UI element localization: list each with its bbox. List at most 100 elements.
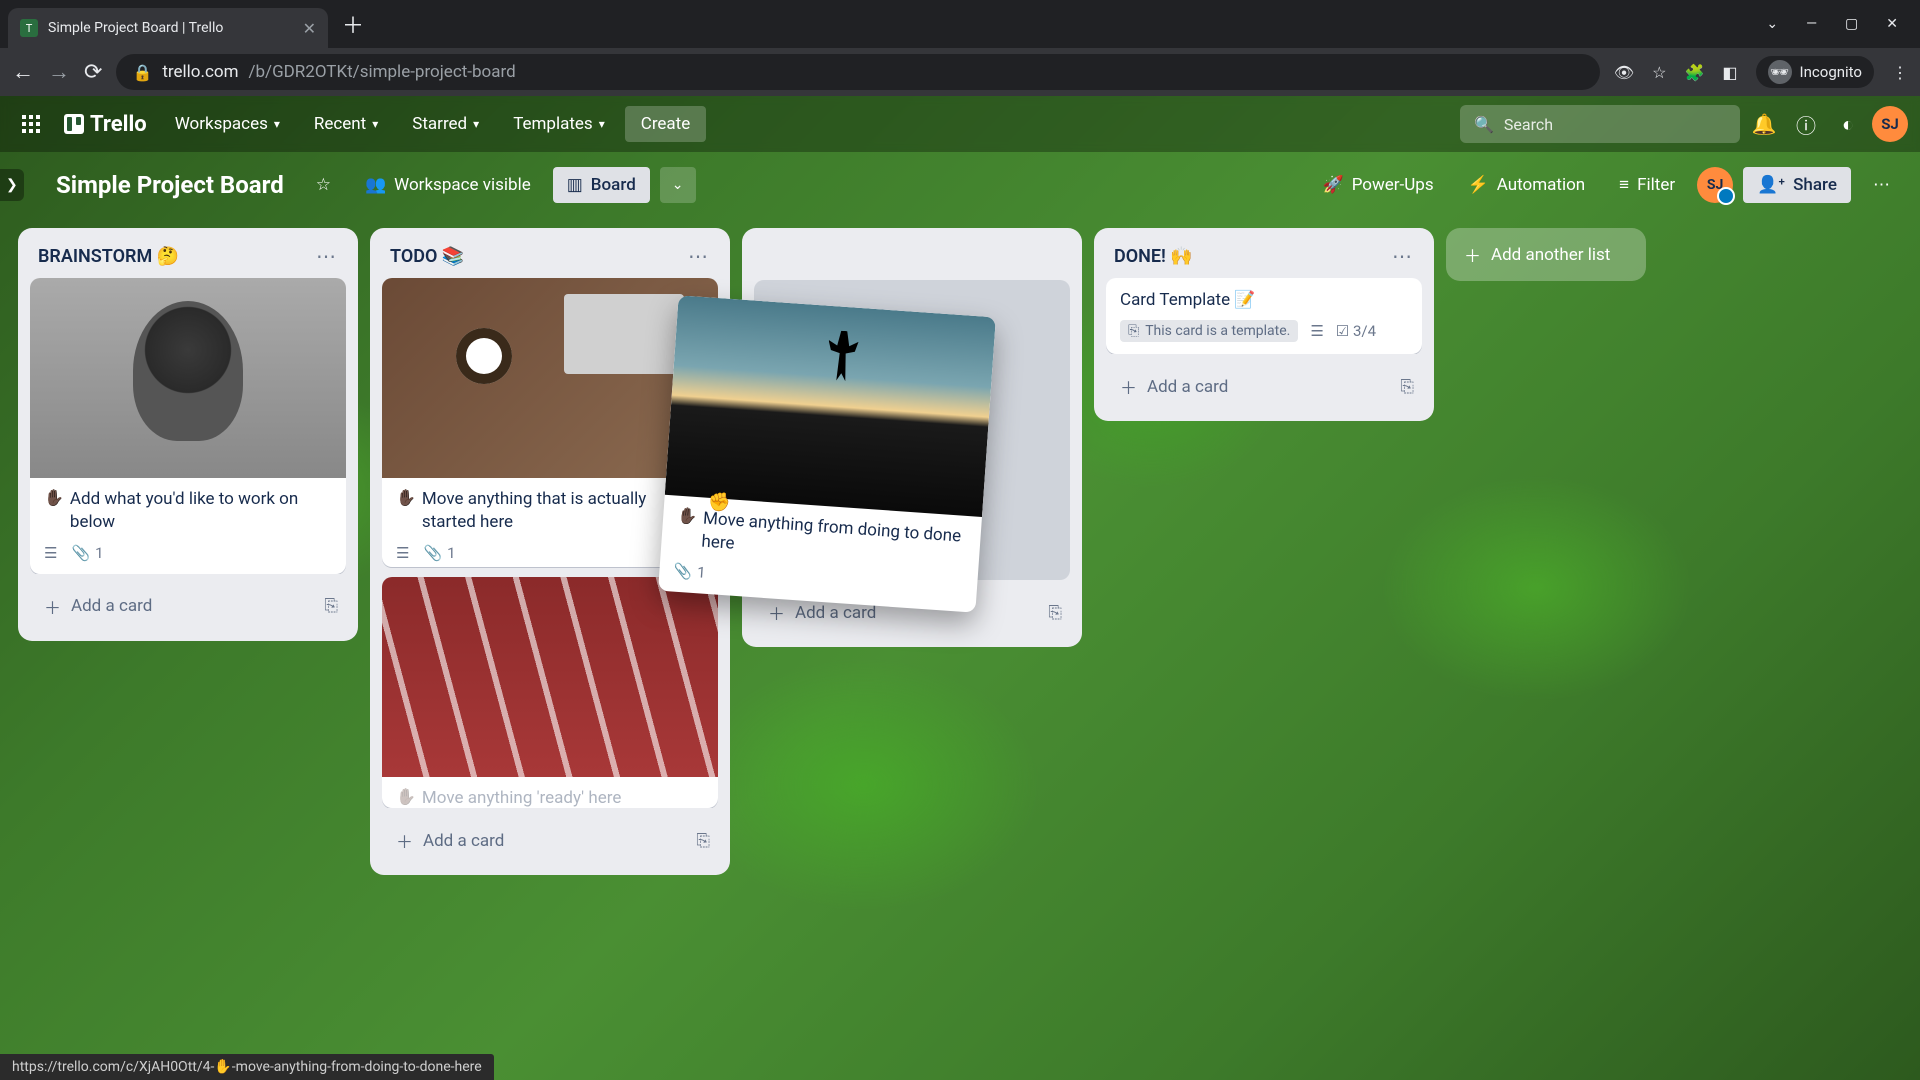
list-title[interactable]: BRAINSTORM 🤔 [38,246,179,267]
attachment-badge: 📎 1 [673,561,706,581]
tab-title: Simple Project Board | Trello [48,20,223,36]
list-brainstorm: BRAINSTORM 🤔 ⋯ ✋🏿 Add what you'd like to… [18,228,358,641]
incognito-icon: 🕶 [1768,60,1792,84]
search-icon: 🔍 [1474,115,1494,134]
star-board-button[interactable]: ☆ [304,167,343,203]
url-host: trello.com [162,62,238,82]
side-panel-icon[interactable]: ◧ [1722,63,1737,82]
trello-logo[interactable]: Trello [56,112,155,137]
card[interactable]: Card Template 📝 ⎘This card is a template… [1106,278,1422,354]
app-switcher-icon[interactable] [12,109,50,139]
search-input[interactable] [1504,115,1726,134]
nav-workspaces[interactable]: Workspaces▾ [161,106,294,142]
hand-emoji-icon: ✋🏿 [396,787,416,806]
card[interactable]: ✋🏿 Add what you'd like to work on below … [30,278,346,574]
tab-favicon: T [20,19,38,37]
forward-button[interactable]: → [48,59,70,85]
trello-logo-text: Trello [90,112,147,137]
board-menu-button[interactable]: ⋯ [1861,167,1902,203]
help-icon[interactable]: ⓘ [1788,106,1824,142]
automation-button[interactable]: ⚡Automation [1456,167,1598,203]
filter-button[interactable]: ≡Filter [1607,167,1687,203]
notifications-icon[interactable]: 🔔 [1746,106,1782,142]
nav-recent[interactable]: Recent▾ [300,106,392,142]
plus-icon: ＋ [44,594,61,619]
attachment-badge: 📎 1 [423,544,455,562]
add-card-button[interactable]: ＋Add a card [1114,370,1234,403]
eye-off-icon[interactable]: 👁 [1614,63,1634,82]
trello-app: Trello Workspaces▾ Recent▾ Starred▾ Temp… [0,96,1920,1080]
list-done: DONE! 🙌 ⋯ Card Template 📝 ⎘This card is … [1094,228,1434,421]
window-controls: ⌄ ― ▢ ✕ [1766,16,1912,32]
plus-icon: ＋ [396,828,413,853]
create-button[interactable]: Create [625,106,707,142]
list-menu-button[interactable]: ⋯ [316,244,338,268]
url-path: /b/GDR2OTKt/simple-project-board [249,62,516,82]
description-badge: ☰ [396,544,409,562]
template-icon: ⎘ [1128,323,1139,339]
view-switcher-button[interactable]: ⌄ [660,167,696,203]
card-cover-image [665,295,996,517]
share-button[interactable]: 👤⁺Share [1743,167,1851,203]
power-ups-button[interactable]: 🚀Power-Ups [1311,167,1446,203]
nav-templates[interactable]: Templates▾ [499,106,619,142]
theme-icon[interactable]: ◐ [1830,106,1866,142]
add-card-button[interactable]: ＋Add a card [390,824,510,857]
add-list-button[interactable]: ＋ Add another list [1446,228,1646,281]
board-view-button[interactable]: ▥ Board [553,167,650,203]
address-bar[interactable]: 🔒 trello.com/b/GDR2OTKt/simple-project-b… [116,54,1599,90]
list-menu-button[interactable]: ⋯ [1392,244,1414,268]
board-header: ❯ Simple Project Board ☆ 👥 Workspace vis… [0,152,1920,218]
card-template-icon[interactable]: ⎘ [324,596,338,616]
card[interactable]: ✋🏿 Move anything 'ready' here [382,577,718,808]
extensions-icon[interactable]: 🧩 [1685,63,1705,82]
trello-logo-icon [64,114,84,134]
new-tab-button[interactable]: ＋ [342,8,364,40]
incognito-label: Incognito [1800,63,1862,81]
trello-header: Trello Workspaces▾ Recent▾ Starred▾ Temp… [0,96,1920,152]
card-template-icon[interactable]: ⎘ [1048,603,1062,623]
maximize-icon[interactable]: ▢ [1845,16,1858,32]
card-template-icon[interactable]: ⎘ [696,831,710,851]
card-template-icon[interactable]: ⎘ [1400,377,1414,397]
people-icon: 👥 [365,175,386,195]
checklist-badge: ☑ 3/4 [1336,322,1376,340]
person-add-icon: 👤⁺ [1757,175,1785,195]
tab-close-icon[interactable]: ✕ [303,19,316,38]
bookmark-star-icon[interactable]: ☆ [1652,63,1666,82]
back-button[interactable]: ← [12,59,34,85]
list-title[interactable]: DONE! 🙌 [1114,246,1193,267]
minimize-icon[interactable]: ― [1806,16,1817,32]
description-badge: ☰ [44,544,57,562]
chevron-down-icon: ▾ [473,117,479,131]
dragging-card[interactable]: ✎ ⋯ ✋🏿 Move anything from doing to done … [658,295,996,612]
card-text: Move anything 'ready' here [422,787,621,808]
account-avatar[interactable]: SJ [1872,106,1908,142]
search-box[interactable]: 🔍 [1460,105,1740,143]
nav-starred[interactable]: Starred▾ [398,106,493,142]
browser-status-bar: https://trello.com/c/XjAH0Ott/4-✋-move-a… [0,1054,494,1080]
board-title[interactable]: Simple Project Board [46,171,294,199]
filter-icon: ≡ [1619,175,1629,195]
chevron-down-icon: ▾ [372,117,378,131]
card-cover-image [30,278,346,478]
plus-icon: ＋ [768,600,785,625]
board-member-avatar[interactable]: SJ [1697,167,1733,203]
plus-icon: ＋ [1464,242,1481,267]
tab-search-icon[interactable]: ⌄ [1766,16,1778,32]
board-icon: ▥ [567,175,583,195]
incognito-badge[interactable]: 🕶 Incognito [1756,56,1874,88]
chevron-down-icon: ▾ [599,117,605,131]
rocket-icon: 🚀 [1323,175,1344,195]
bolt-icon: ⚡ [1468,175,1489,195]
visibility-button[interactable]: 👥 Workspace visible [353,167,543,203]
browser-tab[interactable]: T Simple Project Board | Trello ✕ [8,8,328,48]
add-card-button[interactable]: ＋Add a card [38,590,158,623]
card-text: Move anything from doing to done here [701,508,968,572]
reload-button[interactable]: ⟳ [84,60,102,85]
list-title[interactable]: TODO 📚 [390,246,464,267]
close-window-icon[interactable]: ✕ [1886,16,1898,32]
chrome-menu-icon[interactable]: ⋮ [1892,63,1908,82]
expand-sidebar-button[interactable]: ❯ [0,169,24,201]
list-menu-button[interactable]: ⋯ [688,244,710,268]
